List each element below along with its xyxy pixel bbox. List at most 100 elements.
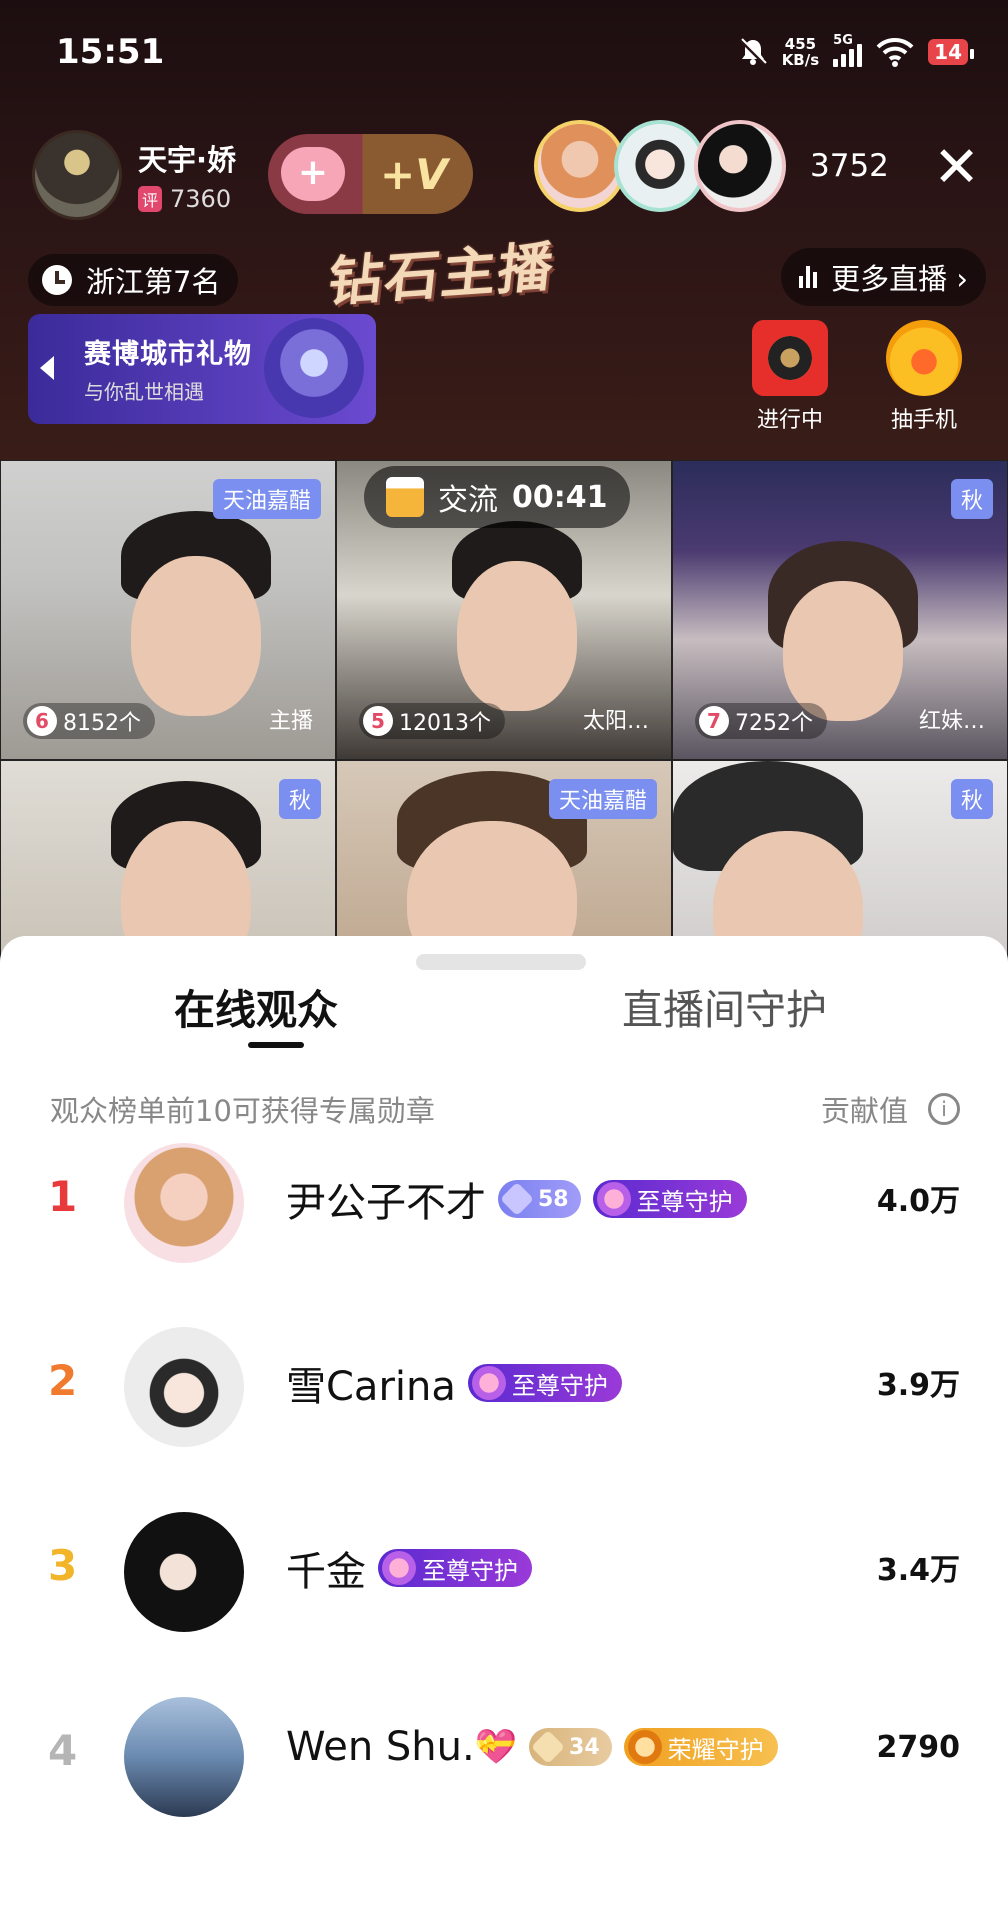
audience-name: 尹公子不才 — [286, 1180, 486, 1226]
guest-role: 主播 — [268, 709, 313, 734]
guest-tag: 天油嘉醋 — [548, 779, 657, 819]
top-viewers[interactable]: 3752 — [534, 120, 889, 212]
guest-tag: 秋 — [278, 779, 321, 819]
rank-number: 4 — [48, 1726, 78, 1775]
audience-name-line: Wen Shu. 💝 34 荣耀守护 — [286, 1724, 778, 1770]
host-info: 天宇·娇 评 7360 — [138, 137, 236, 213]
close-button[interactable]: ✕ — [933, 140, 980, 196]
shield-icon — [627, 1730, 662, 1764]
list-item[interactable]: 4 Wen Shu. 💝 34 荣耀守护 2790 — [0, 1682, 1008, 1832]
guest-tile[interactable]: 秋 — [0, 760, 336, 960]
avatar[interactable] — [124, 1327, 244, 1447]
host-card[interactable]: 天宇·娇 评 7360 — [32, 130, 236, 220]
bars-icon — [799, 266, 818, 288]
lottery-phone-button[interactable]: 抽手机 — [874, 320, 974, 434]
heart-plus-icon: + — [281, 147, 345, 201]
viewer-avatar[interactable] — [614, 120, 706, 212]
clock-icon — [42, 265, 72, 295]
guardian-badge: 荣耀守护 — [623, 1728, 778, 1766]
activity-icon — [752, 320, 828, 396]
gift-count: 5 12013个 — [359, 703, 505, 739]
guest-tile[interactable]: 秋 — [672, 760, 1008, 960]
clock-time: 15:51 — [56, 32, 165, 72]
gift-banner[interactable]: 赛博城市礼物 与你乱世相遇 — [28, 314, 376, 424]
gift-count: 7 7252个 — [695, 703, 827, 739]
status-bar: 15:51 455 KB/s 5G 14 — [56, 30, 974, 80]
beer-icon — [386, 477, 424, 517]
audience-name-line: 千金 至尊守护 — [286, 1539, 532, 1597]
active-tab-indicator — [248, 1042, 304, 1048]
sheet-drag-handle[interactable] — [416, 954, 586, 970]
contribution-header: 贡献值 i — [821, 1088, 960, 1130]
host-score: 评 7360 — [138, 185, 236, 213]
multi-guest-grid: 天油嘉醋 6 8152个 主播 5 12013个 太阳… 秋 7 7252个 红妹… … — [0, 460, 1008, 960]
gift-figure-image — [264, 318, 364, 418]
viewer-count[interactable]: 3752 — [810, 148, 889, 184]
live-room-screen: 15:51 455 KB/s 5G 14 天宇·娇 评 7360 + +V 37… — [0, 0, 1008, 1920]
audience-name-line: 雪Carina 至尊守护 — [286, 1354, 622, 1412]
guest-tile[interactable]: 秋 7 7252个 红妹… — [672, 460, 1008, 760]
rank-number: 3 — [48, 1541, 78, 1590]
live-header-area: 15:51 455 KB/s 5G 14 天宇·娇 评 7360 + +V 37… — [0, 0, 1008, 470]
score-badge: 评 — [138, 186, 163, 212]
list-item[interactable]: 3 千金 至尊守护 3.4万 — [0, 1497, 1008, 1647]
follow-v-button[interactable]: +V — [380, 150, 448, 199]
guest-role: 太阳… — [582, 709, 649, 734]
rank-number: 1 — [48, 1172, 78, 1221]
fan-club-heart-button[interactable]: + — [268, 134, 358, 214]
net-speed: 455 KB/s — [781, 35, 820, 69]
follow-pill: + +V — [268, 134, 473, 214]
shield-icon — [596, 1182, 631, 1216]
guest-tag: 秋 — [950, 479, 993, 519]
contribution-value: 4.0万 — [876, 1184, 960, 1219]
guest-tag: 天油嘉醋 — [212, 479, 321, 519]
list-item[interactable]: 2 雪Carina 至尊守护 3.9万 — [0, 1312, 1008, 1462]
level-badge: 34 — [529, 1728, 612, 1766]
audience-name: 千金 — [286, 1549, 366, 1595]
ranking-hint: 观众榜单前10可获得专属勋章 — [50, 1094, 435, 1128]
avatar[interactable] — [124, 1512, 244, 1632]
viewer-avatar[interactable] — [534, 120, 626, 212]
audience-name: Wen Shu. — [286, 1724, 475, 1770]
gift-banner-subtitle: 与你乱世相遇 — [84, 380, 204, 404]
viewer-avatar[interactable] — [694, 120, 786, 212]
guest-tile[interactable]: 天油嘉醋 6 8152个 主播 — [0, 460, 336, 760]
contribution-value: 3.9万 — [876, 1368, 960, 1403]
audience-name-line: 尹公子不才 58 至尊守护 — [286, 1170, 747, 1228]
more-live-button[interactable]: 更多直播 › — [781, 248, 986, 306]
contribution-value: 3.4万 — [876, 1553, 960, 1588]
cell-signal-icon: 5G — [833, 33, 863, 67]
host-name: 天宇·娇 — [138, 143, 237, 177]
timer-label: 交流 — [438, 483, 498, 518]
shield-icon — [471, 1366, 506, 1400]
list-item[interactable]: 1 尹公子不才 58 至尊守护 4.0万 — [0, 1128, 1008, 1278]
contribution-value: 2790 — [876, 1730, 961, 1765]
guest-role: 红妹… — [918, 709, 985, 734]
ongoing-activity-button[interactable]: 进行中 — [740, 320, 840, 434]
avatar[interactable] — [124, 1697, 244, 1817]
guardian-badge: 至尊守护 — [592, 1180, 747, 1218]
pk-timer: 交流 00:41 — [364, 466, 630, 528]
guest-tile[interactable]: 天油嘉醋 — [336, 760, 672, 960]
guest-tag: 秋 — [950, 779, 993, 819]
avatar[interactable] — [124, 1143, 244, 1263]
info-icon[interactable]: i — [928, 1093, 960, 1125]
wifi-icon — [876, 37, 914, 67]
lottery-icon — [886, 320, 962, 396]
host-avatar[interactable] — [32, 130, 122, 220]
region-rank-pill[interactable]: 浙江第7名 — [28, 254, 239, 306]
gem-icon — [500, 1182, 534, 1216]
collapse-arrow-icon[interactable] — [40, 356, 54, 380]
mute-bell-icon — [739, 38, 767, 66]
gift-count: 6 8152个 — [23, 703, 155, 739]
audience-name: 雪Carina — [286, 1364, 456, 1410]
guardian-badge: 至尊守护 — [378, 1549, 532, 1587]
timer-time: 00:41 — [512, 479, 608, 515]
audience-sheet: 在线观众 直播间守护 观众榜单前10可获得专属勋章 贡献值 i 1 尹公子不才 … — [0, 936, 1008, 1920]
status-icons: 455 KB/s 5G 14 — [738, 33, 974, 69]
region-rank-text: 浙江第7名 — [86, 265, 221, 299]
heart-gift-icon: 💝 — [474, 1727, 518, 1767]
shield-icon — [382, 1551, 416, 1585]
tab-room-guardians[interactable]: 直播间守护 — [622, 976, 827, 1036]
tab-online-audience[interactable]: 在线观众 — [174, 976, 338, 1036]
